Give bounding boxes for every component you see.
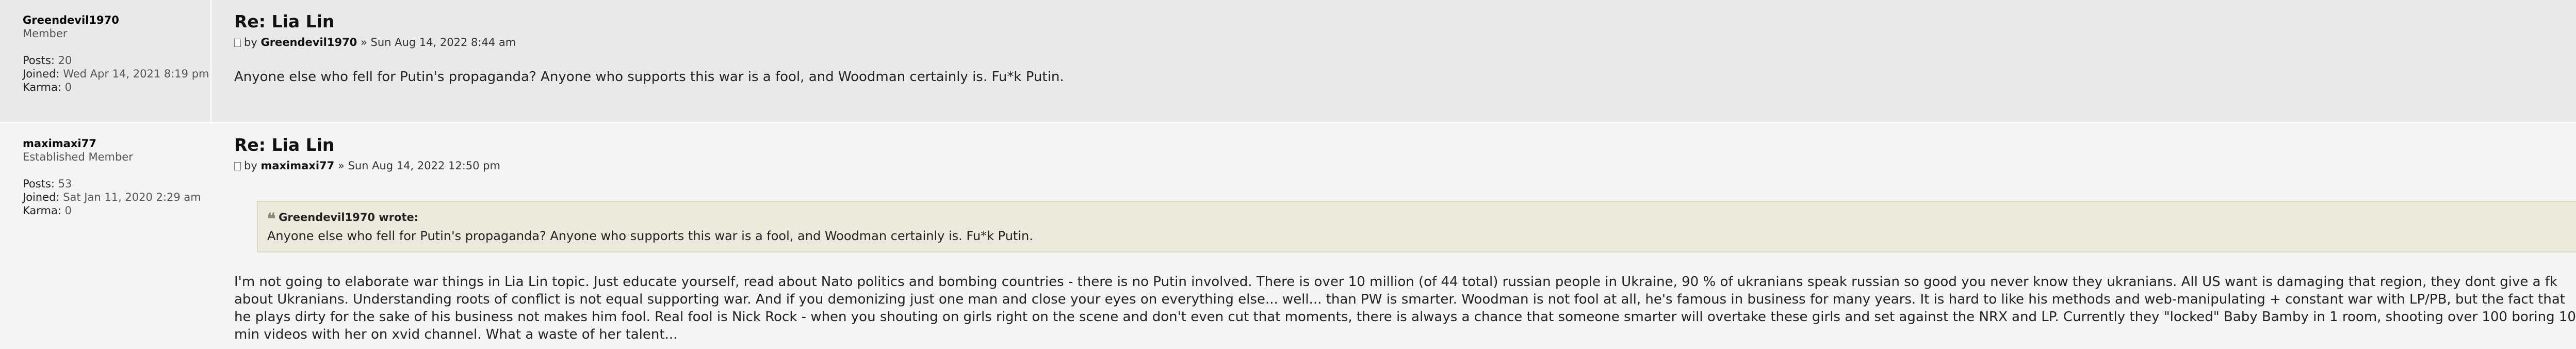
quote-cite: ❝ Greendevil1970 wrote: (267, 210, 419, 228)
author-link[interactable]: maximaxi77 (260, 160, 334, 172)
username-link[interactable]: maximaxi77 (23, 137, 211, 150)
post-subject[interactable]: Re: Lia Lin (234, 11, 2576, 32)
username-link[interactable]: Greendevil1970 (23, 13, 210, 27)
post-body: Re: Lia Lin by maximaxi77 » Sun Aug 14, … (211, 123, 2576, 349)
post-subject[interactable]: Re: Lia Lin (234, 135, 2576, 155)
user-rank: Member (23, 27, 68, 40)
quote-block: ❝ Greendevil1970 wrote: Anyone else who f… (257, 201, 2576, 252)
quote-text: Anyone else who fell for Putin's propaga… (267, 229, 1033, 243)
post-date: » Sun Aug 14, 2022 8:44 am (360, 36, 516, 49)
joined-date: Joined: Wed Apr 14, 2021 8:19 pm (23, 68, 209, 80)
post-body: Re: Lia Lin by Greendevil1970 » Sun Aug … (211, 0, 2576, 122)
post-1: Greendevil1970 Member Posts: 20 Joined: … (0, 0, 2576, 122)
post-icon[interactable] (234, 39, 241, 47)
post-2: maximaxi77 Established Member Posts: 53 … (0, 122, 2576, 349)
karma: Karma: 0 (23, 204, 72, 217)
by-label: by (244, 36, 257, 49)
post-author-line: by Greendevil1970 » Sun Aug 14, 2022 8:4… (234, 35, 2576, 50)
quote-icon: ❝ (267, 210, 276, 228)
posts-count: Posts: 20 (23, 54, 72, 67)
post-profile: Greendevil1970 Member Posts: 20 Joined: … (0, 0, 211, 122)
karma: Karma: 0 (23, 81, 72, 93)
user-stats: Posts: 20 Joined: Wed Apr 14, 2021 8:19 … (23, 54, 210, 94)
post-date: » Sun Aug 14, 2022 12:50 pm (337, 160, 500, 172)
post-author-line: by maximaxi77 » Sun Aug 14, 2022 12:50 p… (234, 158, 2576, 173)
post-profile: maximaxi77 Established Member Posts: 53 … (0, 123, 211, 349)
topic-posts: Greendevil1970 Member Posts: 20 Joined: … (0, 0, 2576, 349)
joined-date: Joined: Sat Jan 11, 2020 2:29 am (23, 191, 201, 203)
post-content: Anyone else who fell for Putin's propaga… (234, 69, 1064, 85)
user-stats: Posts: 53 Joined: Sat Jan 11, 2020 2:29 … (23, 177, 211, 217)
author-link[interactable]: Greendevil1970 (260, 36, 357, 49)
post-icon[interactable] (234, 162, 241, 170)
post-content: I'm not going to elaborate war things in… (234, 274, 2576, 342)
by-label: by (244, 160, 257, 172)
posts-count: Posts: 53 (23, 178, 72, 190)
user-rank: Established Member (23, 151, 133, 163)
